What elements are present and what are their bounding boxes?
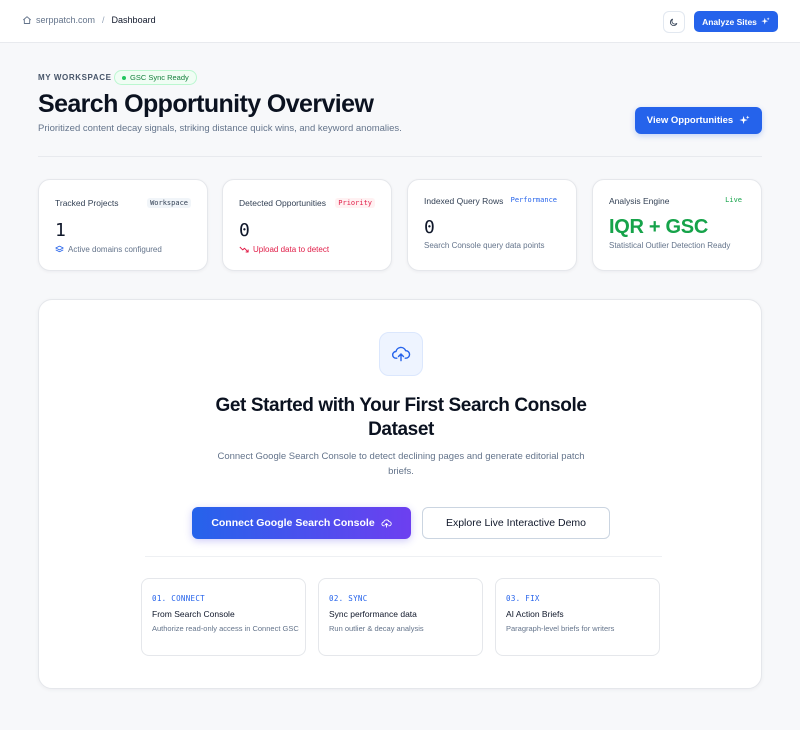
step-description: Paragraph-level briefs for writers: [506, 624, 615, 633]
view-opportunities-label: View Opportunities: [646, 115, 734, 126]
trending-down-icon: [239, 246, 249, 253]
stat-tag: Workspace: [147, 198, 191, 208]
page-title: Search Opportunity Overview: [38, 90, 374, 118]
stat-title: Tracked Projects: [55, 198, 119, 208]
stat-card-indexed-query-rows: Indexed Query Rows Performance 0 Search …: [407, 179, 577, 271]
breadcrumb-current: Dashboard: [111, 15, 156, 25]
step-title: Sync performance data: [329, 609, 417, 619]
explore-demo-label: Explore Live Interactive Demo: [445, 517, 587, 529]
sparkles-icon: [761, 17, 770, 25]
cloud-upload-icon: [392, 346, 411, 362]
page-subtitle: Prioritized content decay signals, strik…: [38, 123, 402, 134]
stat-note-text: Search Console query data points: [424, 241, 545, 250]
stat-title: Analysis Engine: [609, 196, 670, 206]
stat-note: Statistical Outlier Detection Ready: [609, 241, 730, 250]
stat-tag: Live: [725, 196, 742, 204]
explore-demo-button[interactable]: Explore Live Interactive Demo: [422, 507, 610, 539]
stat-value: IQR + GSC: [609, 216, 708, 238]
view-opportunities-button[interactable]: View Opportunities: [635, 107, 762, 134]
analyze-sites-button[interactable]: Analyze Sites: [694, 11, 778, 32]
step-title: AI Action Briefs: [506, 609, 564, 619]
steps-divider: [145, 556, 662, 557]
stat-tag: Performance: [510, 196, 557, 204]
step-card-connect: 01. CONNECT From Search Console Authoriz…: [141, 578, 306, 656]
moon-icon: [669, 18, 678, 27]
step-number: 01. CONNECT: [152, 594, 205, 603]
stat-note: Active domains configured: [55, 245, 162, 254]
step-number: 03. FIX: [506, 594, 540, 603]
stat-note: Search Console query data points: [424, 241, 545, 250]
theme-toggle-button[interactable]: [663, 11, 685, 33]
breadcrumb-site[interactable]: serppatch.com: [36, 15, 95, 25]
hero-title: Get Started with Your First Search Conso…: [215, 395, 587, 440]
stat-value: 0: [239, 220, 250, 241]
stat-value: 0: [424, 217, 435, 238]
stat-tag: Priority: [335, 198, 375, 208]
step-description: Authorize read-only access in Connect GS…: [152, 624, 299, 633]
workspace-label: MY WORKSPACE: [38, 73, 112, 82]
step-description: Run outlier & decay analysis: [329, 624, 424, 633]
stat-note-text: Upload data to detect: [253, 245, 330, 254]
stat-note: Upload data to detect: [239, 245, 329, 254]
sparkles-icon: [739, 115, 750, 125]
analyze-sites-label: Analyze Sites: [702, 16, 757, 27]
stat-card-analysis-engine: Analysis Engine Live IQR + GSC Statistic…: [592, 179, 762, 271]
stat-note-text: Active domains configured: [68, 245, 162, 254]
sync-status-badge: GSC Sync Ready: [114, 70, 197, 85]
step-title: From Search Console: [152, 609, 235, 619]
connect-gsc-label: Connect Google Search Console: [211, 517, 375, 529]
sync-status-label: GSC Sync Ready: [130, 73, 189, 82]
get-started-card: Get Started with Your First Search Conso…: [38, 299, 762, 689]
step-card-fix: 03. FIX AI Action Briefs Paragraph-level…: [495, 578, 660, 656]
top-bar: serppatch.com / Dashboard Analyze Sites: [0, 0, 800, 43]
stat-value: 1: [55, 220, 66, 241]
connect-gsc-button[interactable]: Connect Google Search Console: [192, 507, 411, 539]
cloud-upload-icon: [381, 518, 392, 528]
stat-card-detected-opportunities: Detected Opportunities Priority 0 Upload…: [222, 179, 392, 271]
stat-card-tracked-projects: Tracked Projects Workspace 1 Active doma…: [38, 179, 208, 271]
stat-title: Indexed Query Rows: [424, 196, 504, 206]
upload-icon-box: [379, 332, 423, 376]
step-card-sync: 02. SYNC Sync performance data Run outli…: [318, 578, 483, 656]
home-icon: [22, 16, 32, 24]
layers-icon: [55, 245, 64, 253]
hero-subtitle: Connect Google Search Console to detect …: [217, 451, 585, 477]
stat-title: Detected Opportunities: [239, 198, 326, 208]
stat-note-text: Statistical Outlier Detection Ready: [609, 241, 731, 250]
breadcrumb-separator: /: [102, 15, 105, 25]
status-dot-icon: [122, 75, 126, 80]
header-divider: [38, 156, 762, 157]
breadcrumb: serppatch.com / Dashboard: [22, 15, 156, 25]
step-number: 02. SYNC: [329, 594, 368, 603]
